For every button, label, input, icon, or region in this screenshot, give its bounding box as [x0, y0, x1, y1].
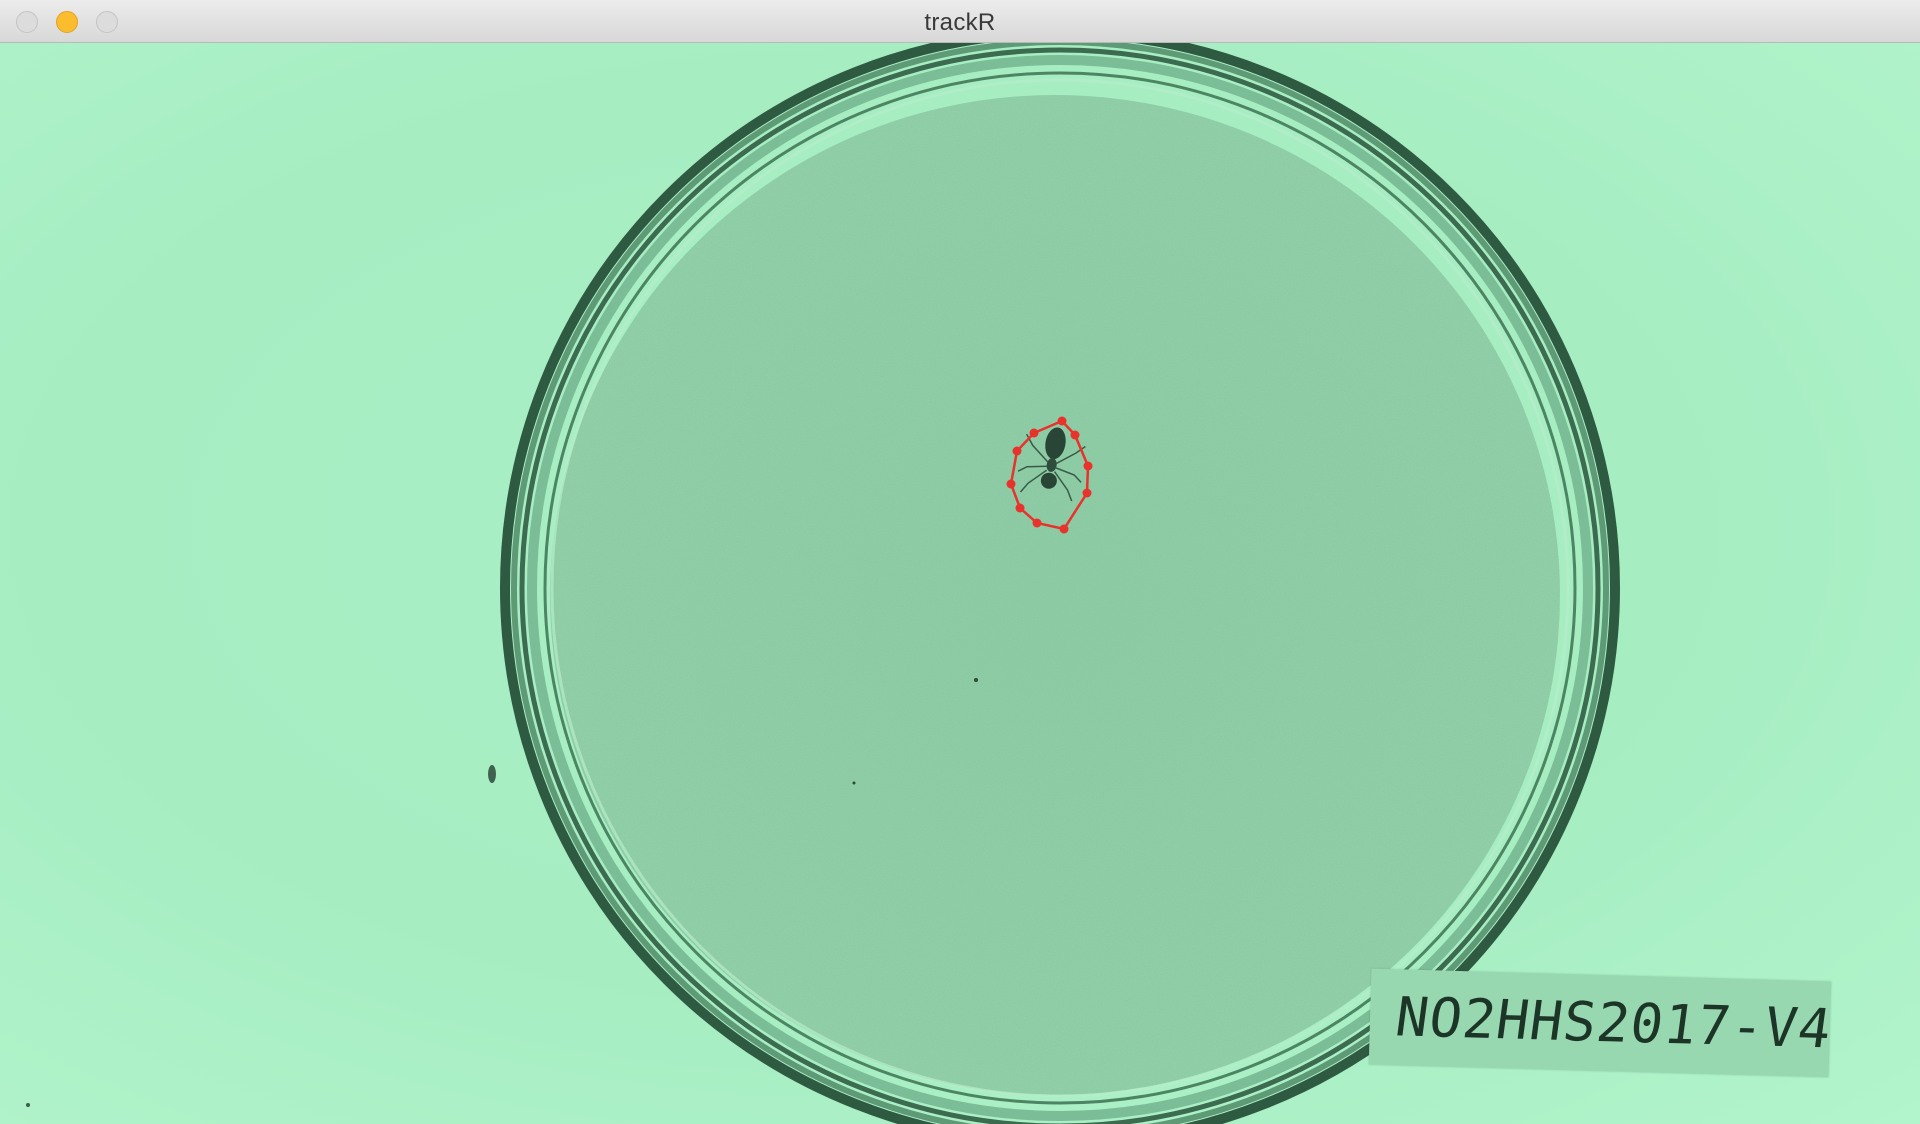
- title-bar[interactable]: trackR: [0, 0, 1920, 43]
- window-title: trackR: [924, 9, 996, 36]
- video-frame: [26, 43, 1620, 1124]
- video-viewport[interactable]: NO2HHS2017-V4: [0, 43, 1920, 1124]
- petri-dish: [500, 43, 1620, 1124]
- app-window: trackR NO2HHS2017-V4: [0, 0, 1920, 1124]
- specimen-label-card: NO2HHS2017-V4: [1368, 968, 1836, 1078]
- specimen-label: NO2HHS2017-V4: [1391, 985, 1836, 1061]
